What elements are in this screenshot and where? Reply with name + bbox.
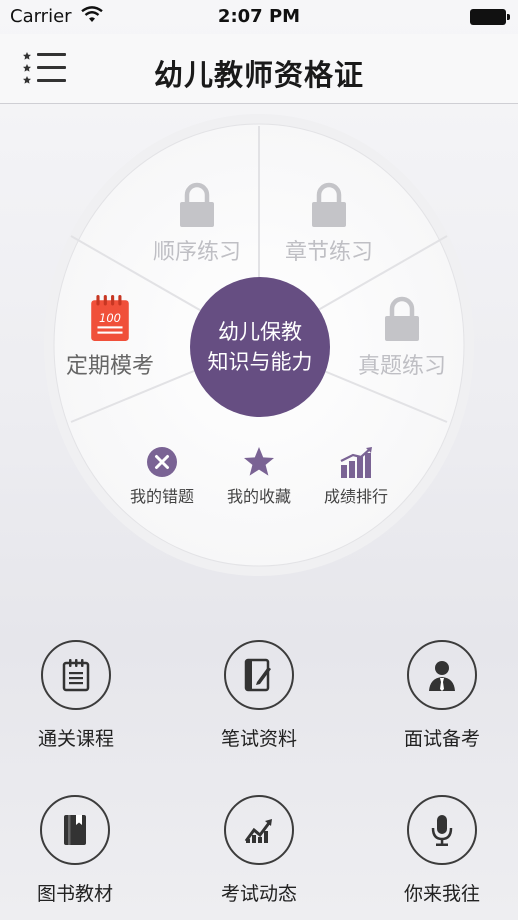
grid-label: 通关课程: [37, 728, 114, 750]
trend-chart-icon: [244, 819, 272, 843]
subject-center-button[interactable]: 幼儿保教 知识与能力: [190, 277, 330, 417]
center-line-1: 幼儿保教: [218, 320, 302, 344]
book-icon: [64, 815, 86, 845]
segment-past-exam-practice[interactable]: 真题练习: [342, 296, 462, 380]
star-icon: [244, 447, 274, 476]
page-title: 幼儿教师资格证: [153, 58, 364, 92]
clock: 2:07 PM: [217, 6, 301, 27]
grid-label: 图书教材: [36, 883, 113, 905]
grid-circle[interactable]: [224, 795, 294, 865]
segment-label: 定期模考: [65, 354, 154, 379]
exam-notepad-icon: 100: [91, 295, 129, 341]
grid-label: 笔试资料: [220, 728, 297, 750]
battery-icon: [470, 9, 510, 25]
person-suit-icon: [429, 661, 455, 691]
center-line-2: 知识与能力: [207, 350, 313, 374]
lock-icon: [312, 182, 346, 227]
grid-circle[interactable]: [224, 640, 294, 710]
my-wrong-answers-button[interactable]: 我的错题: [112, 445, 212, 507]
segment-chapter-practice[interactable]: 章节练习: [264, 182, 394, 266]
lock-icon: [180, 182, 214, 227]
segment-label: 顺序练习: [152, 240, 241, 265]
grid-item-written-materials[interactable]: 笔试资料: [184, 640, 334, 751]
grid-circle[interactable]: [41, 640, 111, 710]
score-ranking-button[interactable]: 成绩排行: [306, 445, 406, 507]
grid-item-exam-news[interactable]: 考试动态: [184, 795, 334, 906]
my-favorites-button[interactable]: 我的收藏: [209, 445, 309, 507]
grid-circle[interactable]: [40, 795, 110, 865]
microphone-icon: [431, 815, 453, 846]
shortcut-label: 我的收藏: [226, 487, 291, 506]
grid-label: 面试备考: [403, 728, 480, 750]
segment-label: 章节练习: [284, 240, 373, 265]
segment-periodic-mock-exam[interactable]: 100 定期模考: [50, 294, 170, 380]
grid-circle[interactable]: [407, 795, 477, 865]
grid-item-courses[interactable]: 通关课程: [1, 640, 151, 751]
segment-sequence-practice[interactable]: 顺序练习: [132, 182, 262, 266]
practice-wheel: 顺序练习 章节练习 真题练习 100 定期模考 幼儿保教 知识与能力 我的错题 …: [42, 112, 476, 578]
notepad-icon: [62, 659, 90, 692]
shortcut-label: 成绩排行: [323, 487, 388, 506]
ranking-bars-icon: [340, 447, 372, 478]
grid-item-community[interactable]: 你来我往: [367, 795, 517, 906]
grid-label: 考试动态: [220, 883, 297, 905]
svg-text:100: 100: [99, 311, 121, 325]
lock-icon: [385, 296, 419, 341]
status-bar: Carrier 2:07 PM: [0, 0, 518, 34]
grid-label: 你来我往: [403, 883, 480, 905]
segment-label: 真题练习: [357, 354, 446, 379]
grid-item-interview-prep[interactable]: 面试备考: [367, 640, 517, 751]
notebook-pen-icon: [244, 658, 271, 692]
shortcut-label: 我的错题: [129, 487, 194, 506]
wrong-x-icon: [147, 447, 177, 477]
grid-item-books[interactable]: 图书教材: [0, 795, 150, 906]
nav-bar: 幼儿教师资格证: [0, 34, 518, 104]
grid-circle[interactable]: [407, 640, 477, 710]
